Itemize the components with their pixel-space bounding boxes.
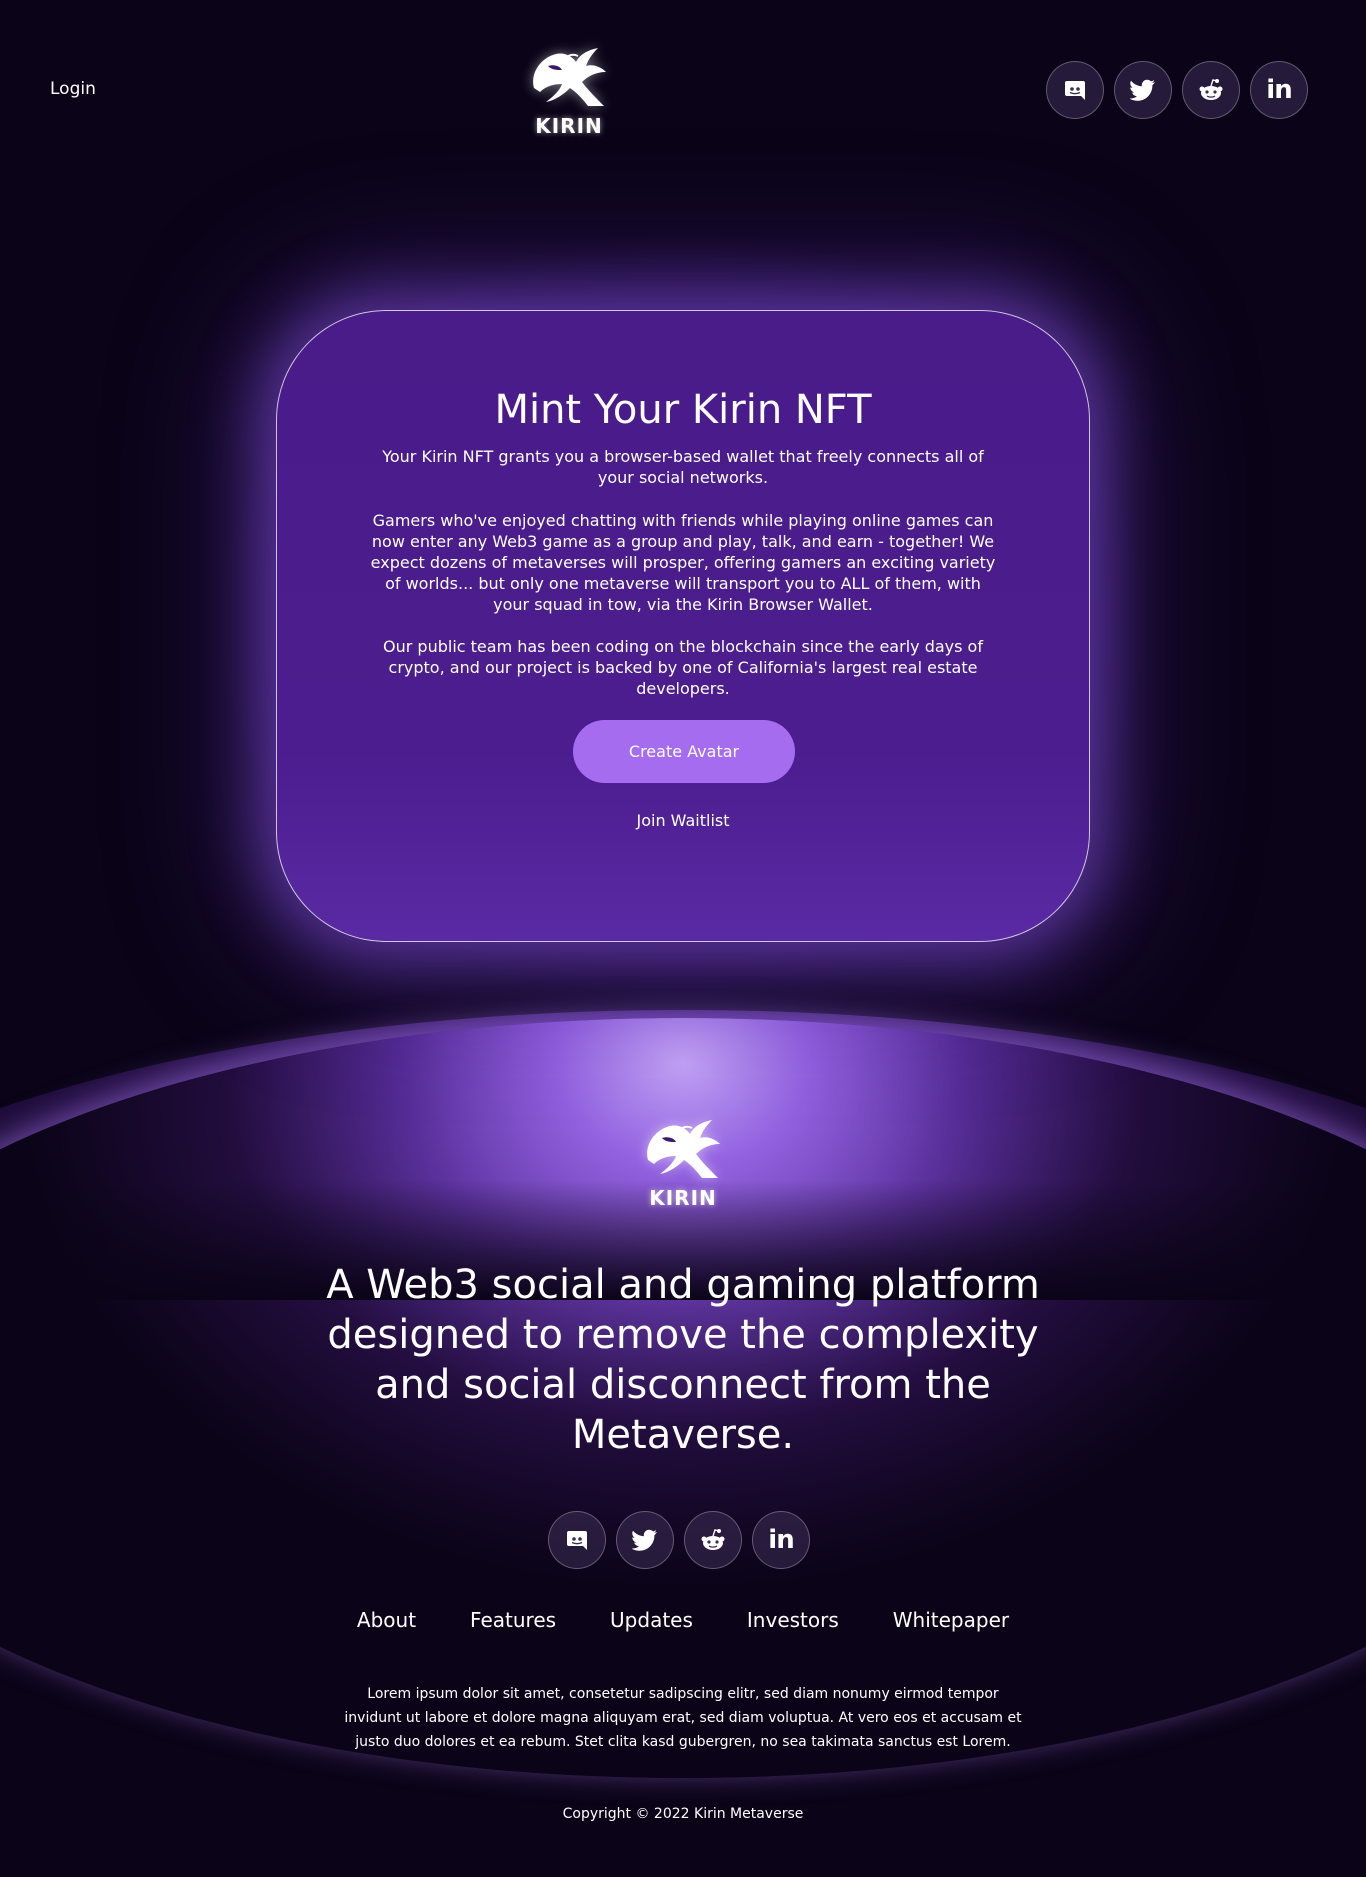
twitter-button[interactable] [616,1511,674,1569]
footer-link-updates[interactable]: Updates [610,1608,693,1632]
discord-icon [567,1531,587,1550]
reddit-icon [701,1529,725,1550]
reddit-icon [1199,79,1223,100]
reddit-button[interactable] [1182,61,1240,119]
logo-wordmark: KIRIN [649,1186,717,1210]
card-paragraph-team: Our public team has been coding on the b… [383,637,983,698]
card-paragraph-gamers: Gamers who've enjoyed chatting with frie… [370,511,996,614]
card-paragraph-wallet: Your Kirin NFT grants you a browser-base… [382,447,984,487]
discord-icon [1065,81,1085,100]
discord-button[interactable] [548,1511,606,1569]
logo-wordmark: KIRIN [535,114,603,138]
reddit-button[interactable] [684,1511,742,1569]
footer-link-investors[interactable]: Investors [747,1608,839,1632]
kirin-dragon-icon [533,48,606,106]
header-social-links: in [1046,61,1308,119]
linkedin-button[interactable]: in [1250,61,1308,119]
join-waitlist-link[interactable]: Join Waitlist [277,811,1089,830]
tagline: A Web3 social and gaming platform design… [326,1262,1040,1458]
page: Login KIRIN in Mint Your Kirin NFT Your … [0,0,1366,1877]
linkedin-button[interactable]: in [752,1511,810,1569]
kirin-dragon-icon [647,1120,720,1178]
linkedin-icon: in [768,1525,794,1555]
footer-nav: About Features Updates Investors Whitepa… [0,1608,1366,1632]
footer-link-features[interactable]: Features [470,1608,556,1632]
kirin-logo[interactable]: KIRIN [526,44,612,138]
mint-card: Mint Your Kirin NFT Your Kirin NFT grant… [276,310,1090,942]
copyright-text: Copyright © 2022 Kirin Metaverse [562,1806,804,1822]
discord-button[interactable] [1046,61,1104,119]
footer-description: Lorem ipsum dolor sit amet, consetetur s… [344,1686,1022,1750]
footer-kirin-logo[interactable]: KIRIN [640,1116,726,1210]
login-link[interactable]: Login [50,79,96,99]
create-avatar-button[interactable]: Create Avatar [573,720,795,783]
footer-link-whitepaper[interactable]: Whitepaper [893,1608,1009,1632]
twitter-icon [1130,79,1155,101]
footer-social-links: in [548,1511,810,1569]
card-title: Mint Your Kirin NFT [494,387,872,433]
footer-link-about[interactable]: About [357,1608,416,1632]
twitter-button[interactable] [1114,61,1172,119]
linkedin-icon: in [1266,75,1292,105]
twitter-icon [632,1529,657,1551]
